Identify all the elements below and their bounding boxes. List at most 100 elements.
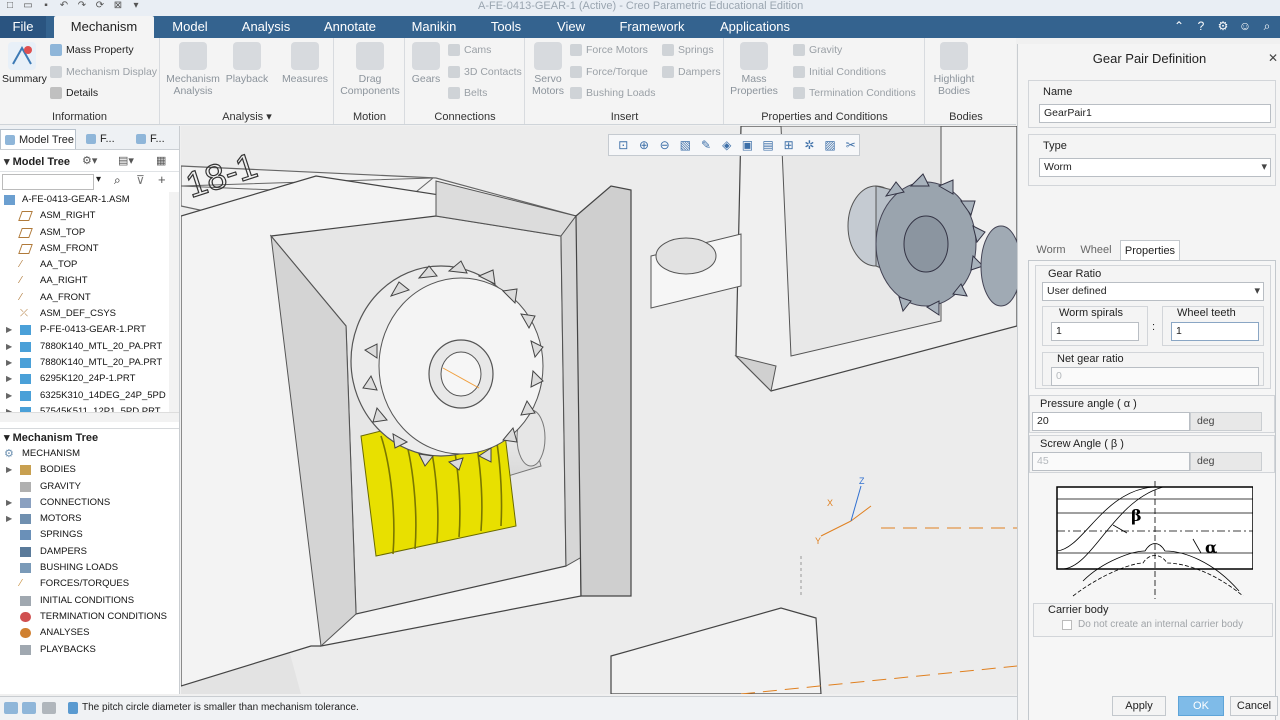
tab-wheel[interactable]: Wheel: [1074, 240, 1118, 260]
pressure-angle-input[interactable]: 20: [1032, 412, 1190, 431]
tree-item[interactable]: BUSHING LOADS: [0, 560, 179, 576]
mass-properties-button[interactable]: Mass Properties: [727, 42, 781, 97]
tab-file[interactable]: File: [0, 16, 46, 38]
tree-item[interactable]: ▶ P-FE-0413-GEAR-1.PRT: [0, 322, 179, 338]
name-input[interactable]: GearPair1: [1039, 104, 1271, 123]
tab-properties[interactable]: Properties: [1120, 240, 1180, 260]
tab-applications[interactable]: Applications: [710, 16, 800, 38]
tab-model[interactable]: Model: [164, 16, 216, 38]
filter-icon[interactable]: ⊽: [136, 173, 145, 187]
redo-icon[interactable]: ↷: [76, 0, 88, 12]
carrier-body-checkbox[interactable]: [1062, 620, 1072, 630]
mass-property-button[interactable]: Mass Property: [50, 44, 134, 57]
display-style-icon[interactable]: ◈: [718, 137, 735, 153]
mechanism-tree-header[interactable]: Mechanism Tree: [0, 428, 179, 446]
playback-button[interactable]: Playback: [225, 42, 269, 85]
cams-button[interactable]: Cams: [448, 44, 491, 57]
user-icon[interactable]: ☺: [1238, 19, 1252, 34]
settings-icon[interactable]: ⚙: [1216, 19, 1230, 34]
tree-item[interactable]: ▶ 7880K140_MTL_20_PA.PRT: [0, 339, 179, 355]
qa-dropdown-icon[interactable]: ▾: [130, 0, 142, 12]
expand-icon[interactable]: ▶: [6, 462, 12, 478]
appearance-icon[interactable]: ✎: [698, 137, 715, 153]
close-window-icon[interactable]: ⊠: [112, 0, 124, 12]
mechanism-display-button[interactable]: Mechanism Display: [50, 66, 157, 79]
tree-item[interactable]: ▶ MOTORS: [0, 511, 179, 527]
help-icon[interactable]: ?: [1194, 19, 1208, 34]
tree-item[interactable]: ASM_TOP: [0, 225, 179, 241]
repaint-icon[interactable]: ▧: [677, 137, 694, 153]
expand-icon[interactable]: ▶: [6, 339, 12, 355]
close-icon[interactable]: ✕: [1268, 51, 1278, 65]
tree-item[interactable]: ▶ 6295K120_24P-1.PRT: [0, 371, 179, 387]
apply-button[interactable]: Apply: [1112, 696, 1166, 716]
expand-icon[interactable]: ▶: [6, 511, 12, 527]
tab-tools[interactable]: Tools: [484, 16, 528, 38]
tree-settings-icon[interactable]: ⚙▾: [82, 154, 97, 167]
force-motors-button[interactable]: Force Motors: [570, 44, 648, 57]
details-button[interactable]: Details: [50, 87, 98, 100]
new-icon[interactable]: □: [4, 0, 16, 12]
tree-item[interactable]: ASM_FRONT: [0, 241, 179, 257]
tree-vertical-scrollbar[interactable]: [169, 192, 179, 412]
tree-item[interactable]: ▶ CONNECTIONS: [0, 495, 179, 511]
expand-icon[interactable]: ▶: [6, 355, 12, 371]
annotation-display-icon[interactable]: ▨: [822, 137, 839, 153]
datum-display-icon[interactable]: ⊞: [780, 137, 797, 153]
force-torque-button[interactable]: Force/Torque: [570, 66, 648, 79]
zoom-in-icon[interactable]: ⊕: [636, 137, 653, 153]
servo-motors-button[interactable]: Servo Motors: [528, 42, 568, 97]
save-icon[interactable]: ▪: [40, 0, 52, 12]
browser-toggle-icon[interactable]: [22, 702, 36, 714]
wheel-teeth-input[interactable]: 1: [1171, 322, 1259, 341]
tree-item[interactable]: ANALYSES: [0, 625, 179, 641]
tree-item[interactable]: ⚙ MECHANISM: [0, 446, 179, 462]
tab-favorites[interactable]: F...: [132, 129, 176, 149]
group-label-analysis[interactable]: Analysis ▾: [161, 110, 333, 123]
expand-icon[interactable]: ▶: [6, 388, 12, 404]
belts-button[interactable]: Belts: [448, 87, 487, 100]
dampers-button[interactable]: Dampers: [662, 66, 721, 79]
tree-item[interactable]: A-FE-0413-GEAR-1.ASM: [0, 192, 179, 208]
expand-icon[interactable]: ▶: [6, 322, 12, 338]
saved-orientations-icon[interactable]: ▣: [739, 137, 756, 153]
3d-contacts-button[interactable]: 3D Contacts: [448, 66, 522, 79]
gears-button[interactable]: Gears: [408, 42, 444, 85]
tab-worm[interactable]: Worm: [1032, 240, 1070, 260]
tree-item[interactable]: ▶ 6325K310_14DEG_24P_5PD: [0, 388, 179, 404]
tree-item[interactable]: ⁄ FORCES/TORQUES: [0, 576, 179, 592]
tab-folder-browser[interactable]: F...: [82, 129, 126, 149]
gravity-button[interactable]: Gravity: [793, 44, 842, 57]
tab-framework[interactable]: Framework: [612, 16, 692, 38]
tree-item[interactable]: SPRINGS: [0, 527, 179, 543]
undo-icon[interactable]: ↶: [58, 0, 70, 12]
initial-conditions-button[interactable]: Initial Conditions: [793, 66, 886, 79]
add-icon[interactable]: +: [158, 172, 166, 187]
view-manager-icon[interactable]: ▤: [760, 137, 777, 153]
navigator-toggle-icon[interactable]: [4, 702, 18, 714]
type-select[interactable]: Worm: [1039, 158, 1271, 177]
tree-item[interactable]: PLAYBACKS: [0, 642, 179, 658]
tab-manikin[interactable]: Manikin: [404, 16, 464, 38]
search-icon[interactable]: ⌕: [1260, 19, 1274, 34]
tree-item[interactable]: TERMINATION CONDITIONS: [0, 609, 179, 625]
graphics-viewport[interactable]: 18-1 X Y Z: [181, 126, 1017, 694]
expand-icon[interactable]: ▶: [6, 371, 12, 387]
find-icon[interactable]: ⌕: [114, 173, 121, 188]
mechanism-analysis-button[interactable]: Mechanism Analysis: [163, 42, 223, 97]
tab-analysis[interactable]: Analysis: [236, 16, 296, 38]
regenerate-icon[interactable]: ⟳: [94, 0, 106, 12]
gear-ratio-select[interactable]: User defined: [1042, 282, 1264, 301]
tree-item[interactable]: ASM_RIGHT: [0, 208, 179, 224]
measures-button[interactable]: Measures: [281, 42, 329, 85]
tree-item[interactable]: ▶ 7880K140_MTL_20_PA.PRT: [0, 355, 179, 371]
open-icon[interactable]: ▭: [22, 0, 34, 12]
summary-button[interactable]: Summary: [2, 42, 47, 85]
tree-item[interactable]: ⁄ AA_FRONT: [0, 290, 179, 306]
mechanism-display-filter-icon[interactable]: ✂: [842, 137, 859, 153]
worm-spirals-input[interactable]: 1: [1051, 322, 1139, 341]
springs-button[interactable]: Springs: [662, 44, 714, 57]
tree-item[interactable]: INITIAL CONDITIONS: [0, 593, 179, 609]
tab-mechanism[interactable]: Mechanism: [54, 16, 154, 38]
tree-item[interactable]: ▶ BODIES: [0, 462, 179, 478]
